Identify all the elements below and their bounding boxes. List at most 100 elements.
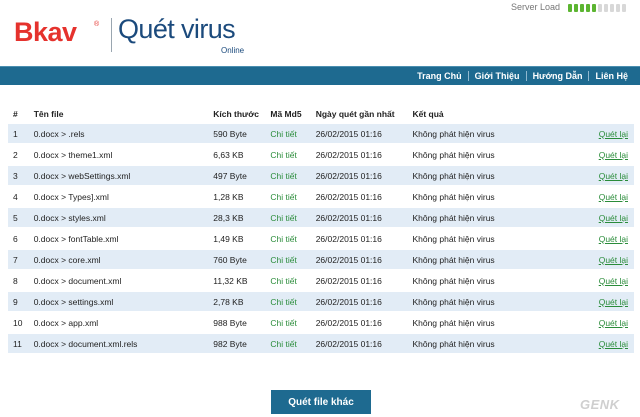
last-scan-date: 26/02/2015 01:16	[315, 296, 382, 307]
row-number-cell: 7	[8, 248, 29, 271]
md5-detail-link[interactable]: Chi tiết	[270, 255, 296, 265]
nav-item[interactable]: Trang Chủ	[411, 71, 468, 81]
bkav-logo[interactable]: Bkav	[14, 17, 77, 48]
file-name: 0.docx > styles.xml	[33, 212, 106, 223]
scan-result-cell: Không phát hiện virus	[407, 269, 594, 292]
rescan-link[interactable]: Quét lại	[599, 171, 634, 181]
scan-result: Không phát hiện virus	[412, 338, 495, 349]
last-scan-date: 26/02/2015 01:16	[315, 254, 382, 265]
md5-detail-link[interactable]: Chi tiết	[270, 129, 296, 139]
load-segment	[598, 4, 602, 12]
md5-detail-link[interactable]: Chi tiết	[270, 150, 296, 160]
row-number-cell: 8	[8, 269, 29, 292]
file-size: 28,3 KB	[213, 212, 244, 223]
row-number: 7	[13, 254, 18, 265]
rescan-link[interactable]: Quét lại	[599, 318, 634, 328]
file-size: 6,63 KB	[213, 149, 244, 160]
md5-detail-link[interactable]: Chi tiết	[270, 171, 296, 181]
last-scan-date: 26/02/2015 01:16	[315, 170, 382, 181]
file-name-cell: 0.docx > fontTable.xml	[28, 227, 209, 250]
scan-other-file-button[interactable]: Quét file khác	[271, 390, 371, 414]
file-name: 0.docx > Types].xml	[33, 191, 109, 202]
product-subtitle: Online	[221, 46, 245, 55]
md5-detail-link-cell: Chi tiết	[265, 143, 311, 166]
rescan-link[interactable]: Quét lại	[599, 213, 634, 223]
row-number: 5	[13, 212, 18, 223]
last-scan-date: 26/02/2015 01:16	[315, 275, 382, 286]
file-name: 0.docx > fontTable.xml	[33, 233, 119, 244]
scan-result-cell: Không phát hiện virus	[407, 227, 594, 250]
row-number: 3	[13, 170, 18, 181]
scan-result-cell: Không phát hiện virus	[407, 248, 594, 271]
file-size-cell: 988 Byte	[208, 311, 266, 334]
rescan-link[interactable]: Quét lại	[599, 192, 634, 202]
file-name-cell: 0.docx > settings.xml	[28, 290, 209, 313]
md5-detail-link[interactable]: Chi tiết	[270, 213, 296, 223]
file-size-cell: 590 Byte	[208, 122, 266, 145]
header-md5: Mã Md5	[270, 109, 302, 119]
file-name-cell: 0.docx > app.xml	[28, 311, 209, 334]
scan-result: Không phát hiện virus	[412, 149, 495, 160]
rescan-cell: Quét lại	[593, 164, 634, 187]
header-result: Kết quả	[412, 109, 444, 119]
md5-detail-link[interactable]: Chi tiết	[270, 192, 296, 202]
last-scan-date-cell: 26/02/2015 01:16	[310, 185, 408, 208]
md5-detail-link[interactable]: Chi tiết	[270, 318, 296, 328]
row-number-cell: 9	[8, 290, 29, 313]
site-header: Bkav ® Quét virus Online Server Load	[0, 0, 640, 66]
scan-result: Không phát hiện virus	[412, 170, 495, 181]
table-row: 3 0.docx > webSettings.xml 497 Byte Chi tiế…	[8, 164, 634, 187]
rescan-link[interactable]: Quét lại	[599, 255, 634, 265]
table-row: 9 0.docx > settings.xml 2,78 KB Chi tiết 26/…	[8, 290, 634, 313]
md5-detail-link-cell: Chi tiết	[265, 227, 311, 250]
nav-item[interactable]: Hướng Dẫn	[527, 71, 589, 81]
file-size: 982 Byte	[213, 338, 247, 349]
scan-result-cell: Không phát hiện virus	[407, 185, 594, 208]
table-header-row: # Tên file Kích thước Mã Md5 Ngày quét g…	[8, 106, 634, 123]
last-scan-date-cell: 26/02/2015 01:16	[310, 332, 408, 355]
md5-detail-link-cell: Chi tiết	[265, 206, 311, 229]
file-size: 760 Byte	[213, 254, 247, 265]
rescan-link[interactable]: Quét lại	[599, 150, 634, 160]
file-size-cell: 760 Byte	[208, 248, 266, 271]
file-size-cell: 11,32 KB	[208, 269, 266, 292]
rescan-link[interactable]: Quét lại	[599, 339, 634, 349]
rescan-link[interactable]: Quét lại	[599, 234, 634, 244]
md5-detail-link-cell: Chi tiết	[265, 311, 311, 334]
file-name-cell: 0.docx > core.xml	[28, 248, 209, 271]
trademark-symbol: ®	[94, 21, 100, 28]
md5-detail-link[interactable]: Chi tiết	[270, 339, 296, 349]
file-size-cell: 6,63 KB	[208, 143, 266, 166]
last-scan-date-cell: 26/02/2015 01:16	[310, 290, 408, 313]
file-size-cell: 1,49 KB	[208, 227, 266, 250]
last-scan-date-cell: 26/02/2015 01:16	[310, 164, 408, 187]
md5-detail-link[interactable]: Chi tiết	[270, 276, 296, 286]
rescan-link[interactable]: Quét lại	[599, 276, 634, 286]
nav-item[interactable]: Liên Hệ	[589, 71, 634, 81]
rescan-cell: Quét lại	[593, 206, 634, 229]
header-action	[594, 106, 634, 123]
row-number: 9	[13, 296, 18, 307]
file-size-cell: 982 Byte	[208, 332, 266, 355]
logo-divider	[111, 18, 112, 52]
file-size: 497 Byte	[213, 170, 247, 181]
scan-result: Không phát hiện virus	[412, 317, 495, 328]
md5-detail-link[interactable]: Chi tiết	[270, 234, 296, 244]
md5-detail-link[interactable]: Chi tiết	[270, 297, 296, 307]
table-row: 2 0.docx > theme1.xml 6,63 KB Chi tiết 26/02…	[8, 143, 634, 166]
nav-item[interactable]: Giới Thiệu	[469, 71, 526, 81]
scan-result: Không phát hiện virus	[412, 191, 495, 202]
rescan-cell: Quét lại	[593, 185, 634, 208]
rescan-cell: Quét lại	[593, 290, 634, 313]
rescan-link[interactable]: Quét lại	[599, 129, 634, 139]
header-size: Kích thước	[213, 109, 259, 119]
scan-result-cell: Không phát hiện virus	[407, 332, 594, 355]
scan-result: Không phát hiện virus	[412, 212, 495, 223]
scan-result: Không phát hiện virus	[412, 233, 495, 244]
file-size: 988 Byte	[213, 317, 247, 328]
rescan-link[interactable]: Quét lại	[599, 297, 634, 307]
row-number-cell: 1	[8, 122, 29, 145]
nav-menu: Trang Chủ Giới Thiệu Hướng Dẫn Liên Hệ	[411, 67, 634, 85]
load-segment	[616, 4, 620, 12]
row-number-cell: 11	[8, 332, 29, 355]
